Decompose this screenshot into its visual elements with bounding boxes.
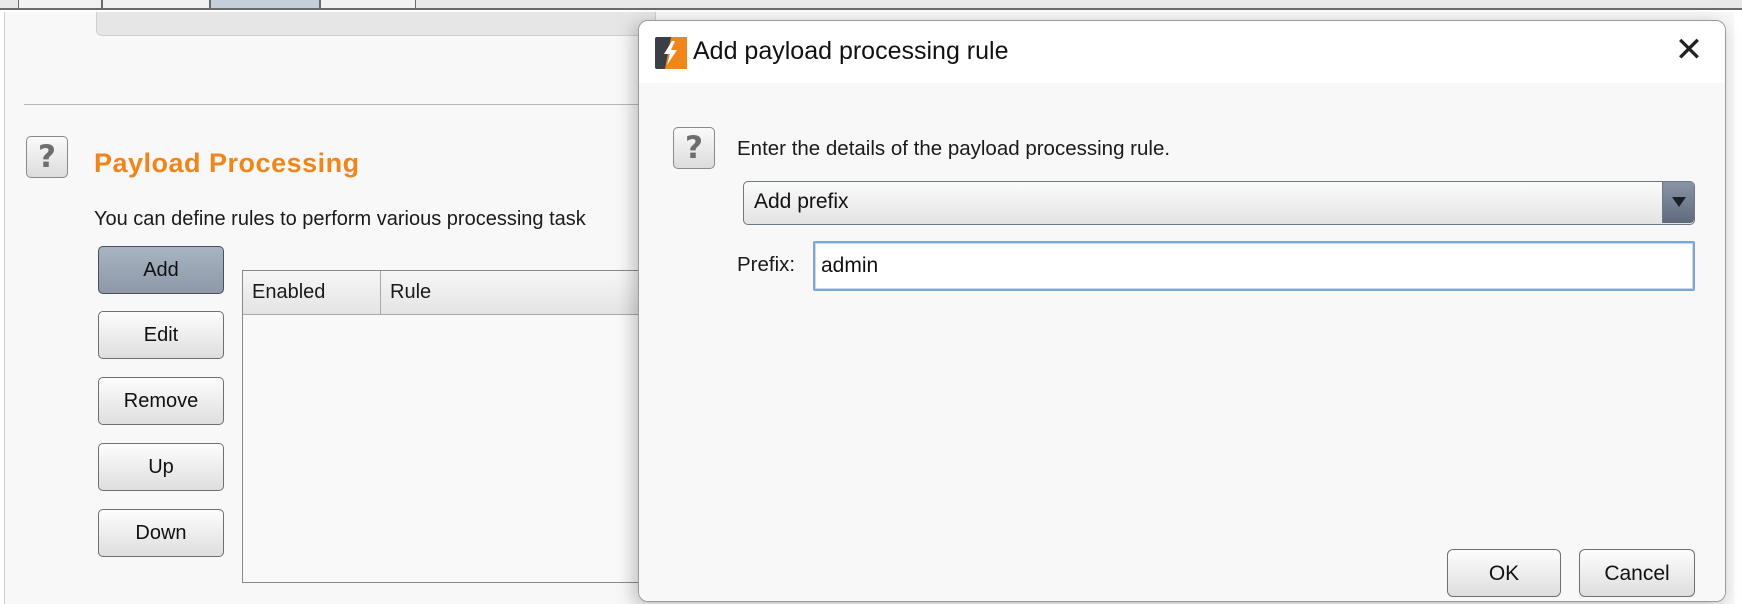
dialog-titlebar[interactable]: Add payload processing rule ✕ [639, 21, 1725, 83]
rule-type-select[interactable]: Add prefix [743, 181, 1695, 225]
rule-type-selected-value: Add prefix [754, 190, 849, 213]
question-mark-icon[interactable]: ? [26, 136, 68, 178]
add-payload-processing-rule-dialog: Add payload processing rule ✕ ? Enter th… [638, 20, 1726, 602]
payload-processing-description: You can define rules to perform various … [94, 208, 586, 230]
chevron-down-icon[interactable] [1662, 182, 1694, 223]
move-down-button[interactable]: Down [98, 509, 224, 557]
prefix-label: Prefix: [737, 253, 796, 276]
tab-4[interactable] [320, 0, 416, 9]
remove-rule-button[interactable]: Remove [98, 377, 224, 425]
question-mark-icon[interactable]: ? [673, 127, 715, 169]
payload-processing-title: Payload Processing [94, 148, 360, 178]
burp-lightning-logo-icon [655, 37, 687, 69]
section-separator [24, 104, 724, 105]
tab-2[interactable] [102, 0, 210, 9]
dialog-body: ? Enter the details of the payload proce… [639, 83, 1725, 601]
add-rule-button[interactable]: Add [98, 246, 224, 294]
move-up-button[interactable]: Up [98, 443, 224, 491]
edit-rule-button[interactable]: Edit [98, 311, 224, 359]
dialog-description: Enter the details of the payload process… [737, 137, 1171, 160]
tab-1[interactable] [18, 0, 102, 9]
dialog-title: Add payload processing rule [693, 37, 1009, 65]
previous-section-block [96, 12, 656, 36]
tab-strip [0, 0, 1742, 10]
ok-button[interactable]: OK [1447, 549, 1561, 597]
column-header-enabled[interactable]: Enabled [243, 271, 381, 315]
close-icon[interactable]: ✕ [1671, 33, 1707, 69]
cancel-button[interactable]: Cancel [1579, 549, 1695, 597]
prefix-input[interactable] [813, 241, 1695, 291]
tab-3-selected[interactable] [210, 0, 320, 9]
